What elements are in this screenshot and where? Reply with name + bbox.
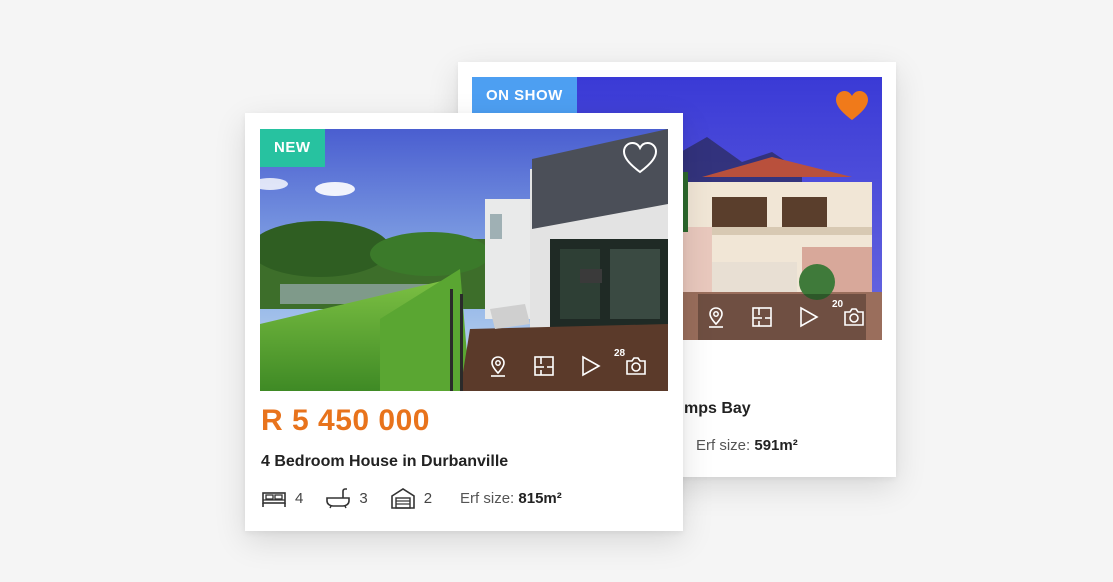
erf-value: 815m² [518,489,562,507]
bathrooms: 3 [325,487,368,509]
play-icon[interactable] [578,354,602,378]
camera-icon[interactable]: 20 [832,299,866,329]
erf-value: 591m² [754,437,798,454]
listing-showcase: ON SHOW 20 mps Bay Erf size: 591m² NEW 2… [0,0,1113,582]
listing-features: 4 3 2 Erf size: 815m² [261,487,562,509]
listing-title[interactable]: mps Bay [684,400,751,418]
bath-icon [326,488,351,509]
new-badge: NEW [260,129,325,167]
photo-toolbar: 20 [698,294,866,340]
garage-count: 2 [423,489,433,507]
bathroom-count: 3 [359,489,368,507]
erf-label: Erf size: [460,489,515,507]
listing-photo[interactable]: NEW 28 [260,129,668,391]
favourite-heart-icon[interactable] [622,141,658,175]
garages: 2 [390,487,432,509]
map-pin-icon[interactable] [486,354,510,378]
camera-icon[interactable]: 28 [614,348,648,378]
erf-size: Erf size: 815m² [460,490,562,507]
erf-label: Erf size: [696,437,751,454]
map-pin-icon[interactable] [704,305,728,329]
play-icon[interactable] [796,305,820,329]
floorplan-icon[interactable] [532,354,556,378]
garage-icon [390,488,415,509]
listing-price: R 5 450 000 [261,404,430,437]
photo-count: 20 [832,299,844,310]
floorplan-icon[interactable] [750,305,774,329]
bed-icon [262,492,286,507]
bedrooms: 4 [261,487,303,509]
erf-size: Erf size: 591m² [696,437,798,454]
listing-title[interactable]: 4 Bedroom House in Durbanville [261,453,508,471]
on-show-badge: ON SHOW [472,77,577,114]
listing-card-durbanville[interactable]: NEW 28 R 5 450 000 4 Bedroom House in Du… [245,113,683,531]
photo-count: 28 [614,348,626,359]
bedroom-count: 4 [295,489,304,507]
photo-toolbar: 28 [486,341,648,391]
favourite-heart-icon[interactable] [834,89,870,123]
